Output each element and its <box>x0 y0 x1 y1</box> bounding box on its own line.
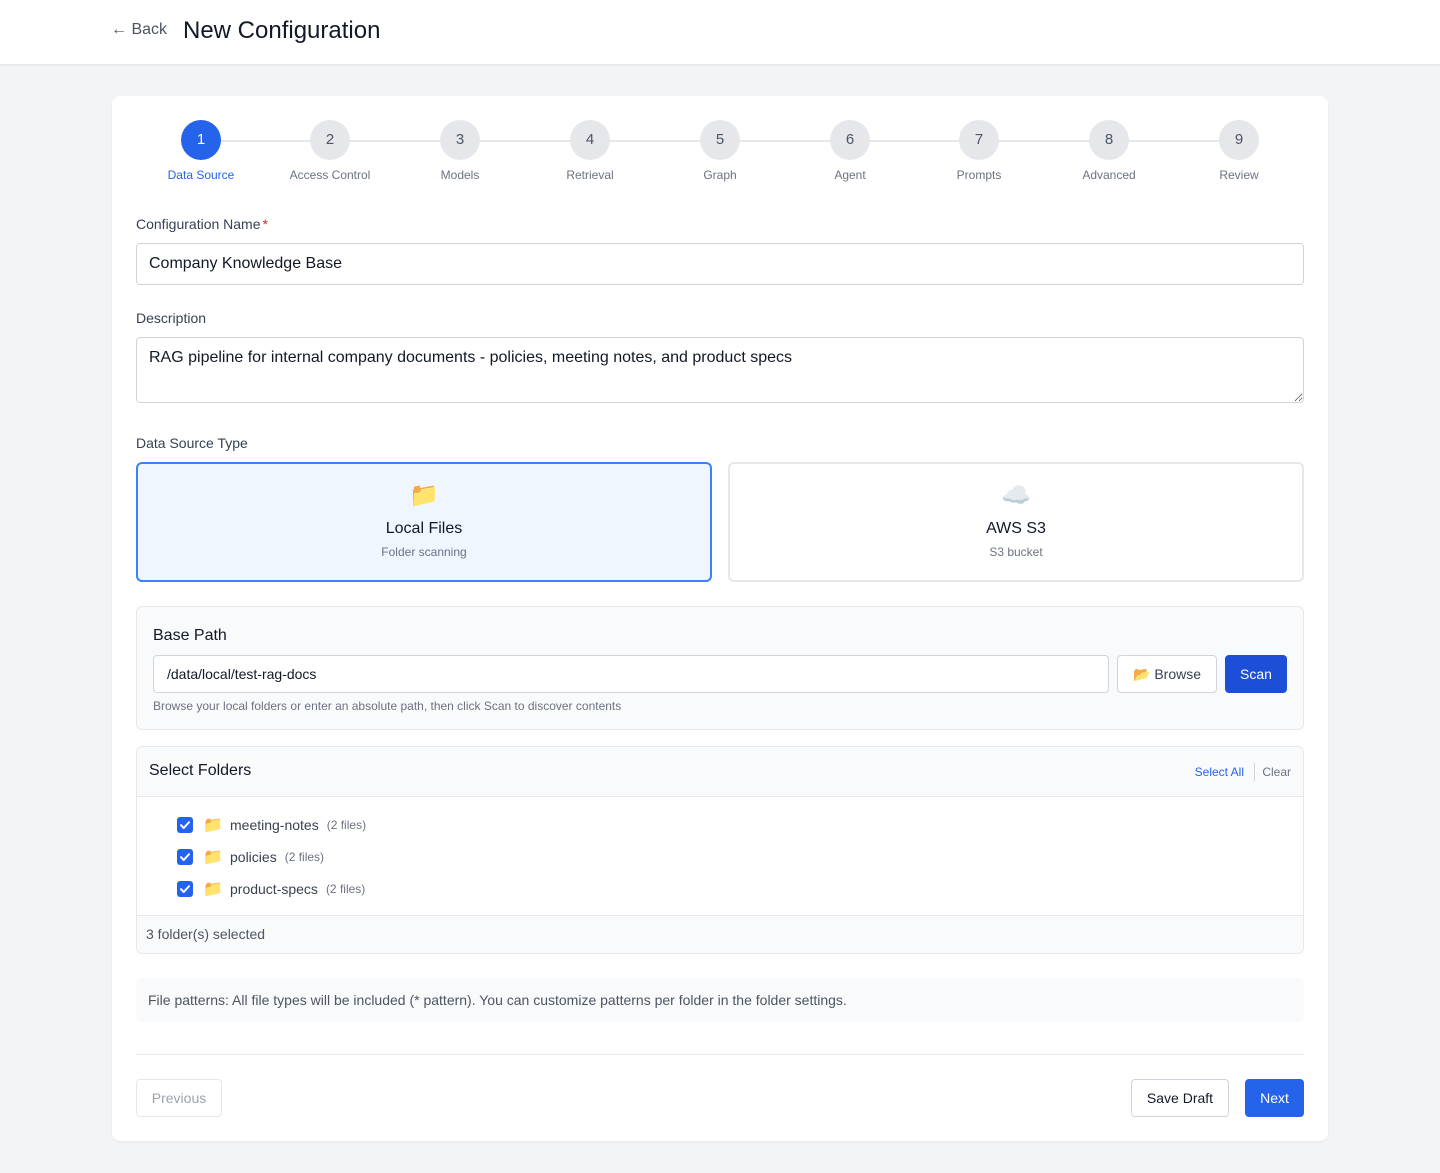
folder-icon: 📁 <box>203 881 223 898</box>
step-prompts[interactable]: 7 Prompts <box>919 120 1039 182</box>
step-label: Agent <box>834 168 866 182</box>
source-subtitle: Folder scanning <box>381 545 467 559</box>
footer-divider <box>136 1054 1304 1055</box>
description-label: Description <box>136 310 207 326</box>
file-patterns-note: File patterns: All file types will be in… <box>136 978 1304 1022</box>
folder-checkbox[interactable] <box>177 849 193 865</box>
step-number: 4 <box>570 120 610 160</box>
checkmark-icon <box>180 885 190 893</box>
description-textarea[interactable]: RAG pipeline for internal company docume… <box>136 337 1304 403</box>
step-number: 1 <box>181 120 221 160</box>
open-folder-icon: 📂 <box>1132 665 1151 682</box>
step-data-source[interactable]: 1 Data Source <box>141 120 261 182</box>
source-card-local-files[interactable]: 📁 Local Files Folder scanning <box>136 462 712 582</box>
folder-checkbox[interactable] <box>177 817 193 833</box>
list-item: 📁 meeting-notes (2 files) <box>177 809 366 841</box>
step-label: Models <box>440 168 480 182</box>
save-draft-button[interactable]: Save Draft <box>1131 1079 1229 1117</box>
previous-button[interactable]: Previous <box>136 1079 222 1117</box>
step-advanced[interactable]: 8 Advanced <box>1049 120 1169 182</box>
step-agent[interactable]: 6 Agent <box>790 120 910 182</box>
list-item: 📁 policies (2 files) <box>177 841 366 873</box>
folder-icon: 📁 <box>203 817 223 834</box>
next-button[interactable]: Next <box>1245 1079 1304 1117</box>
required-marker: * <box>262 216 268 232</box>
list-item: 📁 product-specs (2 files) <box>177 873 366 905</box>
clear-link[interactable]: Clear <box>1262 765 1291 779</box>
base-path-help-text: Browse your local folders or enter an ab… <box>153 699 622 713</box>
folder-checkbox[interactable] <box>177 881 193 897</box>
step-label: Data Source <box>167 168 235 182</box>
select-all-link[interactable]: Select All <box>1195 765 1244 779</box>
configuration-name-label-text: Configuration Name <box>136 216 261 232</box>
step-label: Access Control <box>289 168 371 182</box>
step-label: Review <box>1219 168 1259 182</box>
back-link[interactable]: ← Back <box>111 21 167 39</box>
cloud-icon: ☁️ <box>1001 482 1031 509</box>
folder-file-count: (2 files) <box>284 850 325 864</box>
select-folders-panel: Select Folders Select All Clear 📁 meetin… <box>136 746 1304 954</box>
step-label: Graph <box>703 168 737 182</box>
page-title: New Configuration <box>183 17 381 44</box>
step-number: 2 <box>310 120 350 160</box>
step-number: 9 <box>1219 120 1259 160</box>
step-label: Prompts <box>956 168 1002 182</box>
base-path-input[interactable] <box>153 655 1109 693</box>
select-folders-footer: 3 folder(s) selected <box>137 915 1303 953</box>
browse-button[interactable]: 📂 Browse <box>1117 655 1217 693</box>
step-review[interactable]: 9 Review <box>1179 120 1299 182</box>
step-access-control[interactable]: 2 Access Control <box>270 120 390 182</box>
step-number: 7 <box>959 120 999 160</box>
configuration-name-label: Configuration Name * <box>136 216 268 232</box>
select-folders-header: Select Folders Select All Clear <box>137 747 1303 797</box>
folder-icon: 📁 <box>409 482 439 509</box>
configuration-name-input[interactable] <box>136 243 1304 285</box>
wizard-stepper: 1 Data Source 2 Access Control 3 Models … <box>112 120 1328 190</box>
data-source-type-label: Data Source Type <box>136 435 248 451</box>
checkmark-icon <box>180 821 190 829</box>
browse-button-label: Browse <box>1154 665 1201 682</box>
folder-name: product-specs <box>230 881 318 897</box>
step-graph[interactable]: 5 Graph <box>660 120 780 182</box>
scan-button[interactable]: Scan <box>1225 655 1287 693</box>
folder-icon: 📁 <box>203 849 223 866</box>
folder-list: 📁 meeting-notes (2 files) 📁 policies (2 … <box>177 809 366 905</box>
top-bar: ← Back New Configuration <box>0 0 1440 65</box>
step-retrieval[interactable]: 4 Retrieval <box>530 120 650 182</box>
configuration-card: 1 Data Source 2 Access Control 3 Models … <box>112 96 1328 1141</box>
source-card-aws-s3[interactable]: ☁️ AWS S3 S3 bucket <box>728 462 1304 582</box>
select-folders-title: Select Folders <box>149 762 252 779</box>
step-number: 5 <box>700 120 740 160</box>
folder-file-count: (2 files) <box>326 818 367 832</box>
step-number: 3 <box>440 120 480 160</box>
selected-folders-summary: 3 folder(s) selected <box>146 926 266 942</box>
base-path-panel: Base Path 📂 Browse Scan Browse your loca… <box>136 606 1304 730</box>
header-divider <box>1254 763 1255 781</box>
step-models[interactable]: 3 Models <box>400 120 520 182</box>
base-path-title: Base Path <box>153 627 227 644</box>
step-number: 6 <box>830 120 870 160</box>
source-title: AWS S3 <box>986 520 1046 537</box>
folder-name: meeting-notes <box>230 817 319 833</box>
folder-file-count: (2 files) <box>325 882 366 896</box>
step-label: Advanced <box>1082 168 1136 182</box>
source-title: Local Files <box>385 520 463 537</box>
step-number: 8 <box>1089 120 1129 160</box>
step-label: Retrieval <box>566 168 614 182</box>
file-patterns-text: File patterns: All file types will be in… <box>148 992 847 1008</box>
source-subtitle: S3 bucket <box>989 545 1043 559</box>
folder-name: policies <box>230 849 277 865</box>
checkmark-icon <box>180 853 190 861</box>
